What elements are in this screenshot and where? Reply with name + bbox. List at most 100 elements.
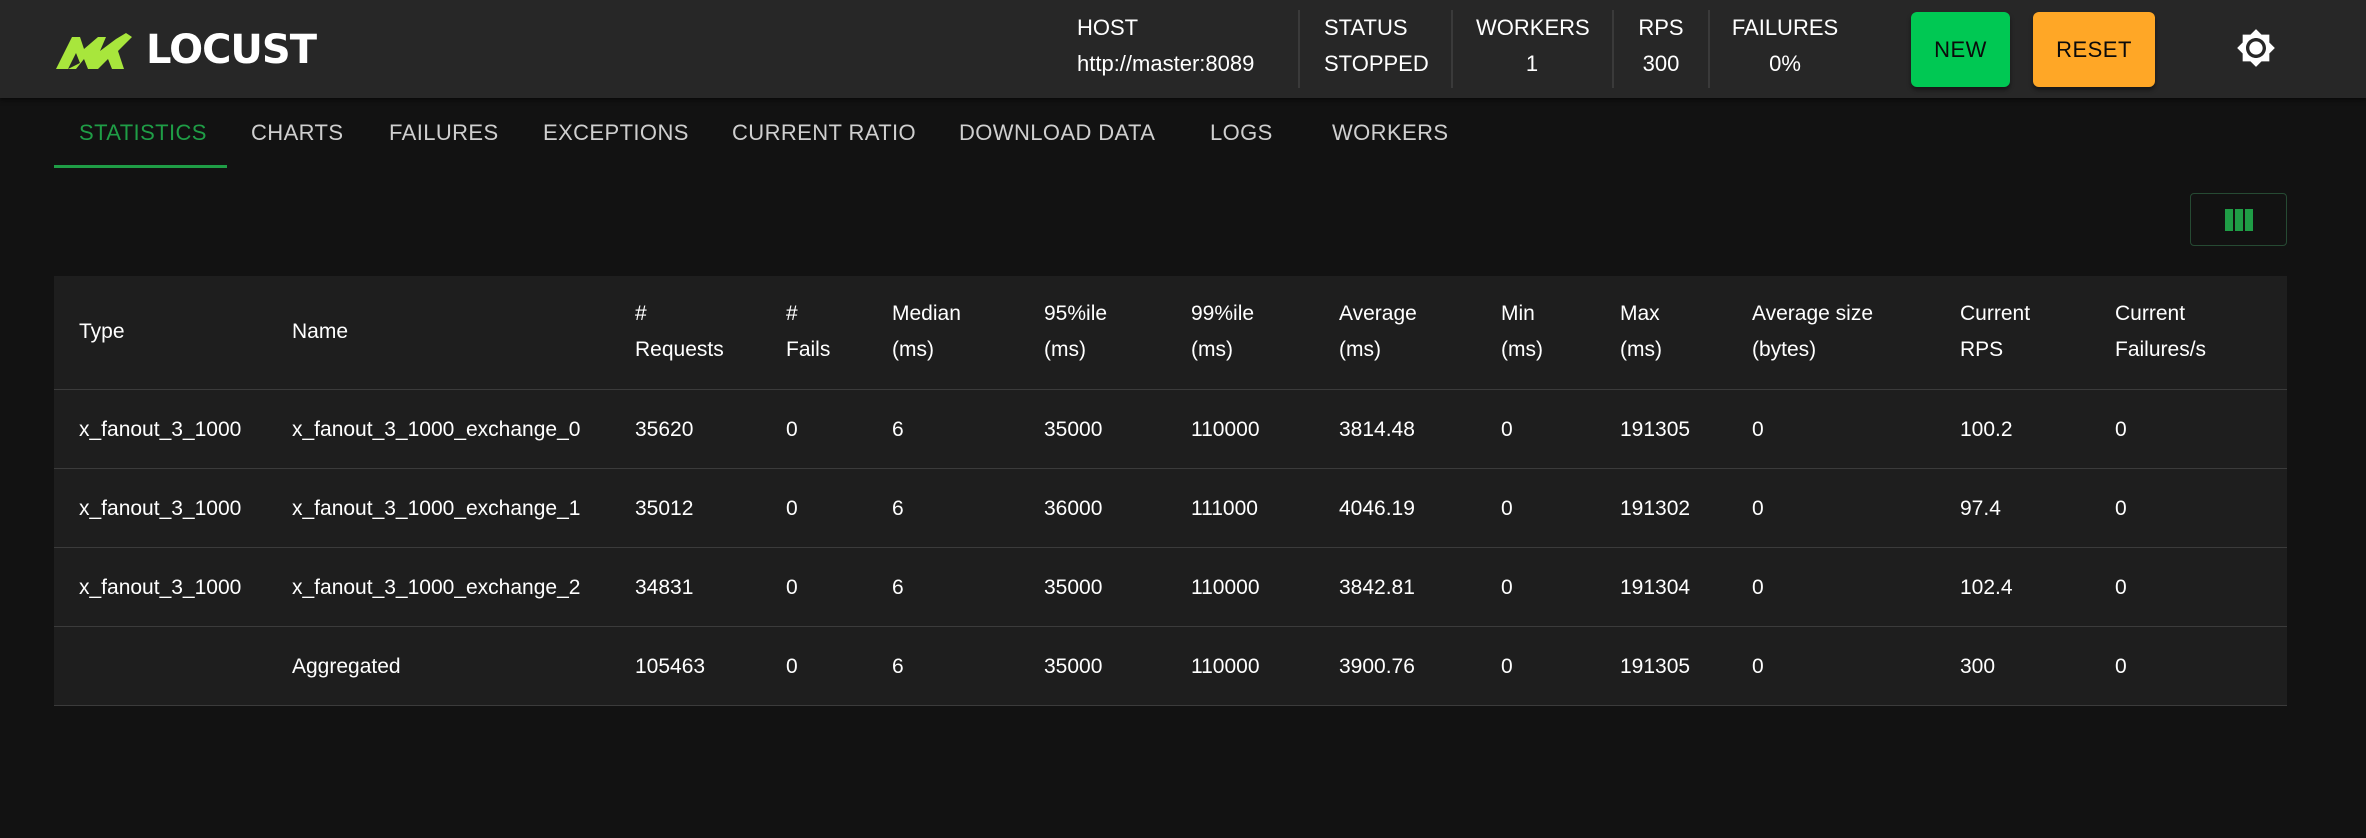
col-current-failures[interactable]: Current Failures/s bbox=[2115, 296, 2206, 368]
cell-current-failures: 0 bbox=[2115, 418, 2127, 441]
cell-min: 0 bbox=[1501, 655, 1513, 678]
cell-max: 191302 bbox=[1620, 497, 1691, 520]
app-title: LOCUST bbox=[146, 27, 317, 73]
cell-max: 191305 bbox=[1620, 418, 1691, 441]
locust-logo-icon bbox=[56, 33, 132, 69]
cell-fails: 0 bbox=[786, 576, 798, 599]
statistics-table: Type Name # Requests # Fails Median (ms)… bbox=[54, 276, 2287, 706]
cell-fails: 0 bbox=[786, 655, 798, 678]
cell-99ile: 110000 bbox=[1191, 418, 1260, 441]
host-stat: HOST http://master:8089 bbox=[1077, 10, 1254, 90]
divider bbox=[1708, 10, 1710, 88]
cell-current-failures: 0 bbox=[2115, 497, 2127, 520]
col-99ile[interactable]: 99%ile (ms) bbox=[1191, 296, 1254, 368]
cell-name: Aggregated bbox=[292, 655, 401, 678]
cell-95ile: 35000 bbox=[1044, 655, 1103, 678]
cell-current-rps: 100.2 bbox=[1960, 418, 2013, 441]
brightness-icon bbox=[2237, 29, 2275, 67]
tab-current-ratio[interactable]: CURRENT RATIO bbox=[732, 98, 916, 168]
cell-95ile: 35000 bbox=[1044, 418, 1103, 441]
col-current-rps[interactable]: Current RPS bbox=[1960, 296, 2030, 368]
status-value: STOPPED bbox=[1324, 51, 1429, 76]
col-requests[interactable]: # Requests bbox=[635, 296, 724, 368]
cell-fails: 0 bbox=[786, 418, 798, 441]
divider bbox=[1612, 10, 1614, 88]
col-max[interactable]: Max (ms) bbox=[1620, 296, 1662, 368]
rps-stat: RPS 300 bbox=[1633, 10, 1689, 90]
col-min[interactable]: Min (ms) bbox=[1501, 296, 1543, 368]
cell-current-rps: 102.4 bbox=[1960, 576, 2013, 599]
cell-requests: 34831 bbox=[635, 576, 694, 599]
tab-workers[interactable]: WORKERS bbox=[1332, 98, 1448, 168]
new-button[interactable]: NEW bbox=[1911, 12, 2010, 87]
cell-95ile: 36000 bbox=[1044, 497, 1103, 520]
cell-current-rps: 300 bbox=[1960, 655, 1996, 678]
tab-failures[interactable]: FAILURES bbox=[389, 98, 499, 168]
cell-min: 0 bbox=[1501, 418, 1513, 441]
cell-current-failures: 0 bbox=[2115, 655, 2127, 678]
cell-average: 3900.76 bbox=[1339, 655, 1415, 678]
cell-median: 6 bbox=[892, 576, 904, 599]
locust-logo: LOCUST bbox=[54, 27, 317, 73]
cell-median: 6 bbox=[892, 418, 904, 441]
divider bbox=[1298, 10, 1300, 88]
aggregated-row: Aggregated 105463 0 6 35000 110000 3900.… bbox=[54, 627, 2287, 706]
cell-type: x_fanout_3_1000 bbox=[79, 576, 242, 599]
active-tab-indicator bbox=[54, 165, 227, 168]
cell-min: 0 bbox=[1501, 576, 1513, 599]
failures-stat: FAILURES 0% bbox=[1730, 10, 1840, 90]
cell-99ile: 110000 bbox=[1191, 655, 1260, 678]
host-label: HOST bbox=[1077, 15, 1139, 40]
tab-download-data[interactable]: DOWNLOAD DATA bbox=[959, 98, 1155, 168]
cell-99ile: 111000 bbox=[1191, 497, 1258, 520]
col-name[interactable]: Name bbox=[292, 314, 348, 350]
cell-current-rps: 97.4 bbox=[1960, 497, 2001, 520]
workers-stat: WORKERS 1 bbox=[1476, 10, 1590, 90]
col-average-size[interactable]: Average size (bytes) bbox=[1752, 296, 1873, 368]
cell-average: 4046.19 bbox=[1339, 497, 1415, 520]
status-label: STATUS bbox=[1324, 15, 1408, 40]
col-average[interactable]: Average (ms) bbox=[1339, 296, 1417, 368]
status-stat: STATUS STOPPED bbox=[1324, 10, 1429, 90]
cell-fails: 0 bbox=[786, 497, 798, 520]
tab-logs[interactable]: LOGS bbox=[1210, 98, 1273, 168]
cell-requests: 35012 bbox=[635, 497, 694, 520]
workers-value: 1 bbox=[1525, 51, 1539, 76]
columns-toggle-button[interactable] bbox=[2190, 193, 2287, 246]
cell-name: x_fanout_3_1000_exchange_2 bbox=[292, 576, 581, 599]
col-median[interactable]: Median (ms) bbox=[892, 296, 961, 368]
cell-requests: 105463 bbox=[635, 655, 706, 678]
workers-label: WORKERS bbox=[1476, 15, 1590, 40]
tab-exceptions[interactable]: EXCEPTIONS bbox=[543, 98, 689, 168]
cell-requests: 35620 bbox=[635, 418, 694, 441]
rps-label: RPS bbox=[1638, 15, 1684, 40]
col-fails[interactable]: # Fails bbox=[786, 296, 830, 368]
failures-value: 0% bbox=[1769, 51, 1801, 76]
cell-min: 0 bbox=[1501, 497, 1513, 520]
tab-statistics[interactable]: STATISTICS bbox=[79, 98, 207, 168]
cell-average: 3814.48 bbox=[1339, 418, 1415, 441]
cell-95ile: 35000 bbox=[1044, 576, 1103, 599]
cell-median: 6 bbox=[892, 655, 904, 678]
cell-median: 6 bbox=[892, 497, 904, 520]
cell-name: x_fanout_3_1000_exchange_1 bbox=[292, 497, 581, 520]
cell-avg-size: 0 bbox=[1752, 576, 1764, 599]
tab-charts[interactable]: CHARTS bbox=[251, 98, 343, 168]
cell-current-failures: 0 bbox=[2115, 576, 2127, 599]
failures-label: FAILURES bbox=[1731, 15, 1839, 40]
cell-average: 3842.81 bbox=[1339, 576, 1415, 599]
theme-toggle-button[interactable] bbox=[2236, 28, 2276, 68]
cell-type: x_fanout_3_1000 bbox=[79, 418, 242, 441]
cell-name: x_fanout_3_1000_exchange_0 bbox=[292, 418, 581, 441]
table-row: x_fanout_3_1000 x_fanout_3_1000_exchange… bbox=[54, 548, 2287, 627]
col-95ile[interactable]: 95%ile (ms) bbox=[1044, 296, 1107, 368]
col-type[interactable]: Type bbox=[79, 314, 125, 350]
cell-max: 191304 bbox=[1620, 576, 1691, 599]
cell-avg-size: 0 bbox=[1752, 418, 1764, 441]
cell-avg-size: 0 bbox=[1752, 497, 1764, 520]
top-app-bar: LOCUST HOST http://master:8089 STATUS ST… bbox=[0, 0, 2366, 98]
host-value: http://master:8089 bbox=[1077, 51, 1255, 76]
reset-button[interactable]: RESET bbox=[2033, 12, 2155, 87]
table-header: Type Name # Requests # Fails Median (ms)… bbox=[54, 276, 2287, 390]
table-row: x_fanout_3_1000 x_fanout_3_1000_exchange… bbox=[54, 469, 2287, 548]
